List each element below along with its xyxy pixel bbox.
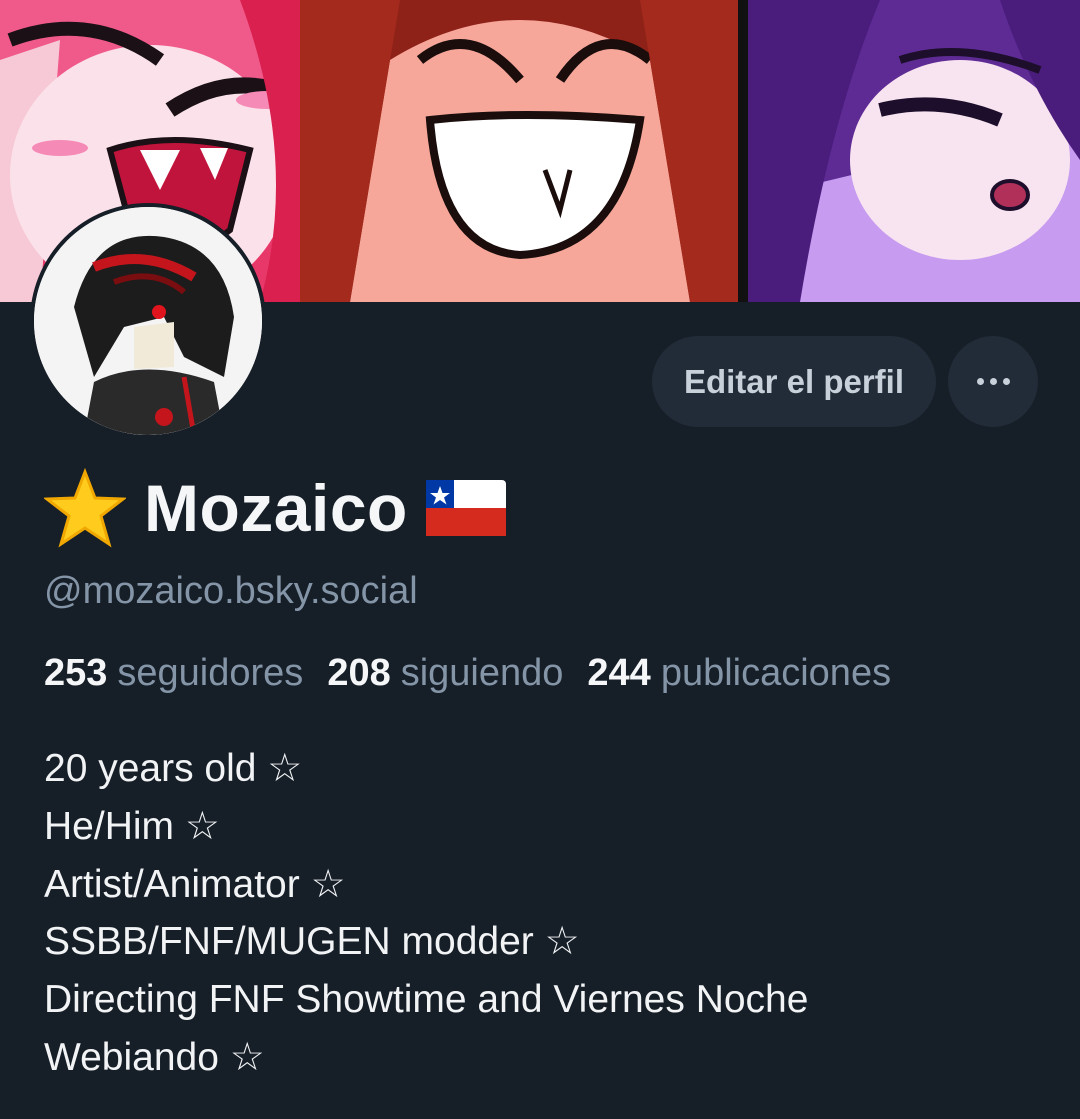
bio-line: He/Him ☆: [44, 804, 220, 848]
followers-count: 253: [44, 652, 108, 694]
star-emoji-icon: [44, 468, 126, 548]
bio-line: Webiando ☆: [44, 1035, 265, 1079]
bio-line: Directing FNF Showtime and Viernes Noche: [44, 978, 809, 1022]
more-dots-icon: [989, 378, 997, 385]
profile-avatar[interactable]: [30, 203, 266, 439]
profile-actions: Editar el perfil: [651, 336, 1038, 427]
posts-stat: 244 publicaciones: [587, 652, 891, 695]
bio-line: Artist/Animator ☆: [44, 862, 346, 906]
more-dots-icon: [1002, 378, 1010, 385]
posts-count: 244: [587, 652, 651, 694]
bio-line: SSBB/FNF/MUGEN modder ☆: [44, 920, 580, 964]
following-label: siguiendo: [400, 652, 564, 694]
profile-handle: @mozaico.bsky.social: [44, 570, 418, 612]
edit-profile-button[interactable]: Editar el perfil: [651, 336, 936, 427]
followers-stat[interactable]: 253 seguidores: [44, 652, 303, 695]
following-stat[interactable]: 208 siguiendo: [327, 652, 563, 695]
more-options-button[interactable]: [948, 336, 1038, 427]
bio-line: 20 years old ☆: [44, 747, 303, 790]
display-name: Mozaico: [144, 471, 408, 545]
posts-label: publicaciones: [660, 652, 892, 694]
profile-bio: 20 years old ☆ He/Him ☆ Artist/Animator …: [44, 740, 1044, 1087]
following-count: 208: [327, 652, 391, 694]
more-dots-icon: [976, 378, 984, 385]
profile-name-row: Mozaico: [44, 468, 506, 548]
profile-stats: 253 seguidores 208 siguiendo 244 publicacio…: [44, 652, 891, 695]
chile-flag-icon: [425, 480, 506, 536]
followers-label: seguidores: [117, 652, 304, 694]
